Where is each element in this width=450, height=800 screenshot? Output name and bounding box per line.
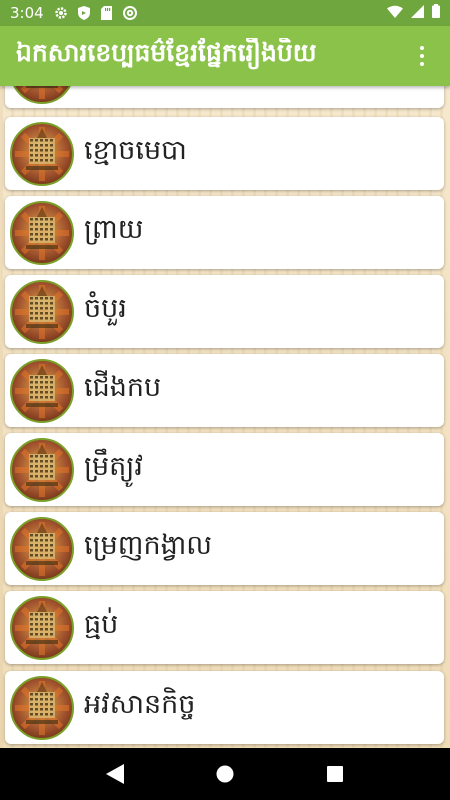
yantra-thumbnail-icon	[10, 86, 74, 104]
list-item[interactable]: អវសានកិច្ច	[5, 671, 444, 744]
app-title: ឯកសារខេប្បធម៌ខ្មែរផ្នែករឿងបិយ	[16, 38, 317, 67]
status-time: 3:04	[10, 4, 44, 22]
more-vert-icon[interactable]	[410, 36, 434, 76]
navigation-bar	[0, 748, 450, 800]
list-item-label: ខ្មោចមេបា	[84, 135, 187, 166]
list-item-label: ម្រេញកង្វាល	[84, 530, 213, 561]
item-list[interactable]: ខ្មោចមេបា ព្រាយ ចំបួរ ជើងកប ម្រឹត្យូវ ម្…	[0, 86, 450, 748]
sd-card-icon	[100, 6, 114, 20]
wifi-icon	[387, 4, 403, 22]
list-item-label: ព្រាយ	[84, 214, 144, 245]
recents-icon[interactable]	[315, 754, 355, 794]
at-sign-icon	[122, 6, 137, 20]
list-item[interactable]	[5, 86, 444, 108]
list-item[interactable]: ជើងកប	[5, 354, 444, 427]
battery-icon	[432, 4, 440, 22]
shield-icon	[77, 6, 91, 20]
list-item-label: អវសានកិច្ច	[84, 689, 196, 720]
yantra-thumbnail-icon	[10, 437, 74, 502]
list-item-label: ធ្មប់	[84, 609, 119, 640]
yantra-thumbnail-icon	[10, 516, 74, 581]
yantra-thumbnail-icon	[10, 675, 74, 740]
list-item-label: ជើងកប	[84, 372, 162, 403]
list-item[interactable]: ម្រឹត្យូវ	[5, 433, 444, 506]
list-item-label: ម្រឹត្យូវ	[84, 451, 143, 482]
list-item[interactable]: ព្រាយ	[5, 196, 444, 269]
status-bar: 3:04	[0, 0, 450, 26]
home-icon[interactable]	[205, 754, 245, 794]
signal-icon	[411, 4, 424, 22]
list-item[interactable]: ខ្មោចមេបា	[5, 117, 444, 190]
list-item[interactable]: ម្រេញកង្វាល	[5, 512, 444, 585]
settings-icon	[54, 6, 68, 20]
yantra-thumbnail-icon	[10, 595, 74, 660]
yantra-thumbnail-icon	[10, 279, 74, 344]
list-item-label: ចំបួរ	[84, 293, 127, 324]
yantra-thumbnail-icon	[10, 121, 74, 186]
list-item[interactable]: ធ្មប់	[5, 591, 444, 664]
app-bar: ឯកសារខេប្បធម៌ខ្មែរផ្នែករឿងបិយ	[0, 26, 450, 86]
yantra-thumbnail-icon	[10, 358, 74, 423]
yantra-thumbnail-icon	[10, 200, 74, 265]
back-icon[interactable]	[95, 754, 135, 794]
list-item[interactable]: ចំបួរ	[5, 275, 444, 348]
